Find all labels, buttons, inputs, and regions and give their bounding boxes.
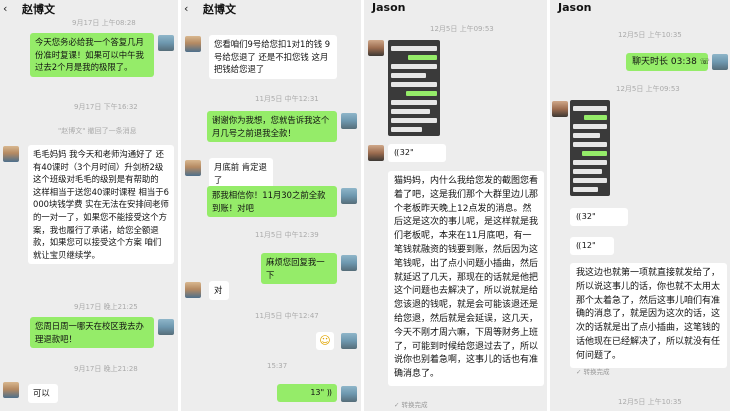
transcript-status: ✓ 转换完成 — [576, 368, 610, 376]
chat-header: ‹ 赵博文 — [181, 0, 361, 17]
emoji-sticker[interactable]: ☺ — [316, 332, 334, 350]
chat-header: Jason — [550, 0, 730, 17]
voice-transcript[interactable]: 我这边也就第一项就直接就发给了，所以说这事儿的话，你也就不太用太那个太着急了，然… — [570, 263, 727, 368]
avatar[interactable] — [341, 113, 357, 129]
timestamp: 11月5日 中午12:39 — [255, 231, 319, 239]
avatar[interactable] — [3, 382, 19, 398]
avatar[interactable] — [368, 40, 384, 56]
voice-message[interactable]: 13" )) — [277, 384, 337, 402]
timestamp: 9月17日 下午16:32 — [74, 103, 138, 111]
avatar[interactable] — [341, 188, 357, 204]
avatar[interactable] — [185, 160, 201, 176]
chat-panel-jason-1: Jason 12月5日 上午09:53 (( 32" 猫妈妈，内什么我给您发的截… — [364, 0, 547, 411]
chat-title: Jason — [558, 1, 592, 14]
message-bubble-received[interactable]: 可以 — [28, 384, 58, 403]
message-bubble-received[interactable]: 月底前 肯定退了 — [209, 158, 273, 190]
avatar[interactable] — [158, 35, 174, 51]
timestamp: 11月5日 中午12:47 — [255, 312, 319, 320]
screenshot-image[interactable] — [388, 40, 440, 136]
chat-panel-jason-2: Jason 12月5日 上午10:35 聊天时长 03:38 ☏ 12月5日 上… — [550, 0, 730, 411]
screenshot-image[interactable] — [570, 100, 610, 196]
avatar[interactable] — [3, 146, 19, 162]
avatar[interactable] — [341, 333, 357, 349]
avatar[interactable] — [341, 386, 357, 402]
message-bubble-received[interactable]: 对 — [209, 281, 229, 300]
call-record[interactable]: 聊天时长 03:38 ☏ — [626, 53, 710, 71]
message-bubble-received[interactable]: 毛毛妈妈 我今天和老师沟通好了 还有40课时（3个月时间）升剑桥2级 这个班级对… — [28, 145, 174, 265]
message-bubble-sent[interactable]: 麻烦您回复我一下 — [261, 253, 337, 285]
chat-header: ‹ 赵博文 — [0, 0, 178, 17]
voice-message[interactable]: (( 32" — [570, 208, 628, 226]
timestamp: 12月5日 上午10:35 — [618, 31, 682, 39]
chevron-left-icon[interactable]: ‹ — [3, 2, 7, 15]
message-bubble-sent[interactable]: 今天您务必给我一个答复几月份准时复课！如果可以中午我过去2个月是我的极限了。 — [30, 33, 154, 77]
timestamp: 9月17日 晚上21:25 — [74, 303, 138, 311]
timestamp: 9月17日 晚上21:28 — [74, 365, 138, 373]
check-icon: ✓ — [576, 368, 584, 376]
avatar[interactable] — [341, 255, 357, 271]
message-bubble-sent[interactable]: 您周日周一哪天在校区我去办理退款吧！ — [30, 317, 154, 349]
voice-duration: 12" — [581, 241, 596, 250]
timestamp: 11月5日 中午12:31 — [255, 95, 319, 103]
message-bubble-sent[interactable]: 那我相信你！11月30之前全款到账！对吧 — [207, 186, 337, 218]
timestamp: 12月5日 上午09:53 — [616, 85, 680, 93]
voice-duration: 13" — [310, 388, 325, 397]
avatar[interactable] — [158, 319, 174, 335]
check-icon: ✓ — [394, 401, 402, 409]
voice-message[interactable]: (( 12" — [570, 237, 614, 255]
avatar[interactable] — [368, 145, 384, 161]
chevron-left-icon[interactable]: ‹ — [184, 2, 188, 15]
transcript-status: ✓ 转换完成 — [394, 401, 428, 409]
call-duration: 聊天时长 03:38 — [632, 57, 697, 67]
voice-transcript[interactable]: 猫妈妈，内什么我给您发的截图您看着了吧，这是我们那个大群里边儿那个老板昨天晚上1… — [388, 171, 544, 386]
avatar[interactable] — [185, 282, 201, 298]
avatar[interactable] — [552, 101, 568, 117]
voice-wave-icon: )) — [326, 388, 332, 397]
chat-title: 赵博文 — [22, 3, 55, 16]
timestamp: 9月17日 上午08:28 — [72, 19, 136, 27]
chat-panel-zhao-1: ‹ 赵博文 9月17日 上午08:28 今天您务必给我一个答复几月份准时复课！如… — [0, 0, 178, 411]
chat-screenshot-collage: ‹ 赵博文 9月17日 上午08:28 今天您务必给我一个答复几月份准时复课！如… — [0, 0, 730, 411]
phone-icon: ☏ — [699, 57, 710, 66]
timestamp: 12月5日 上午10:35 — [618, 398, 682, 406]
voice-duration: 32" — [581, 212, 596, 221]
avatar[interactable] — [712, 54, 728, 70]
chat-title: Jason — [372, 1, 406, 14]
avatar[interactable] — [185, 36, 201, 52]
recall-notice: "赵博文" 撤回了一条消息 — [58, 127, 137, 135]
timestamp: 15:37 — [267, 362, 288, 370]
voice-duration: 32" — [399, 148, 414, 157]
message-bubble-received[interactable]: 您看咱们9号给您扣1对1的钱 9号给您退了 还是不扣您钱 这月把钱给您退了 — [209, 35, 337, 79]
chat-header: Jason — [364, 0, 547, 17]
message-bubble-sent[interactable]: 谢谢你为我想，您就告诉我这个月几号之前退我全款！ — [207, 111, 337, 143]
chat-panel-zhao-2: ‹ 赵博文 您看咱们9号给您扣1对1的钱 9号给您退了 还是不扣您钱 这月把钱给… — [181, 0, 361, 411]
voice-message[interactable]: (( 32" — [388, 144, 446, 162]
chat-title: 赵博文 — [203, 3, 236, 16]
timestamp: 12月5日 上午09:53 — [430, 25, 494, 33]
